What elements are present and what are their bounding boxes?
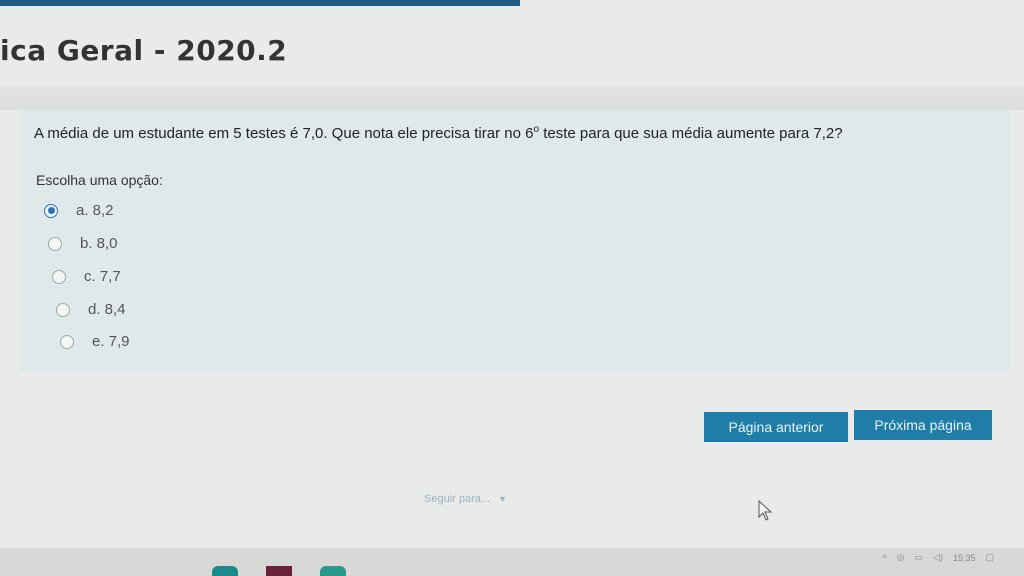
radio-icon[interactable]	[48, 236, 62, 251]
option-d-label: d. 8,4	[88, 301, 126, 318]
option-c[interactable]: c. 7,7	[52, 268, 121, 285]
chevron-up-icon[interactable]: ^	[882, 553, 886, 563]
jump-to-select[interactable]: Seguir para... ▼	[424, 493, 507, 505]
option-b[interactable]: b. 8,0	[48, 235, 118, 252]
radio-icon[interactable]	[52, 269, 66, 284]
question-text-part2: teste para que sua média aumente para 7,…	[539, 125, 843, 142]
radio-selected-icon[interactable]	[44, 203, 58, 218]
volume-icon[interactable]: ◁)	[933, 552, 943, 563]
section-divider	[0, 86, 1024, 110]
question-box: A média de um estudante em 5 testes é 7,…	[20, 110, 1010, 372]
previous-page-button[interactable]: Página anterior	[704, 412, 848, 442]
system-tray: ^ ◎ ▭ ◁) 15:35 ▢	[882, 552, 994, 563]
option-e[interactable]: e. 7,9	[60, 333, 130, 350]
next-page-button[interactable]: Próxima página	[854, 410, 992, 440]
radio-icon[interactable]	[56, 302, 70, 317]
mouse-cursor-icon	[758, 500, 773, 521]
clock-time: 15:35	[952, 552, 976, 563]
top-accent-bar	[0, 0, 520, 6]
option-d[interactable]: d. 8,4	[56, 301, 126, 318]
choose-option-label: Escolha uma opção:	[36, 172, 163, 188]
battery-icon[interactable]: ▭	[915, 552, 924, 563]
question-text-part1: A média de um estudante em 5 testes é 7,…	[34, 125, 534, 142]
course-title: ica Geral - 2020.2	[0, 34, 288, 67]
notification-icon[interactable]: ▢	[985, 552, 994, 563]
question-text: A média de um estudante em 5 testes é 7,…	[34, 124, 843, 142]
clock[interactable]: 15:35	[953, 553, 976, 563]
option-a[interactable]: a. 8,2	[44, 202, 114, 219]
network-icon[interactable]: ◎	[897, 552, 905, 563]
chevron-down-icon: ▼	[498, 494, 507, 504]
taskbar	[0, 548, 1024, 576]
option-e-label: e. 7,9	[92, 333, 130, 350]
radio-icon[interactable]	[60, 334, 74, 349]
option-b-label: b. 8,0	[80, 235, 118, 252]
taskbar-app-icon[interactable]	[320, 566, 346, 576]
option-c-label: c. 7,7	[84, 268, 121, 285]
jump-to-label: Seguir para...	[424, 493, 491, 505]
option-a-label: a. 8,2	[76, 202, 114, 219]
taskbar-app-icon[interactable]	[212, 566, 238, 576]
taskbar-app-icon[interactable]	[266, 566, 292, 576]
